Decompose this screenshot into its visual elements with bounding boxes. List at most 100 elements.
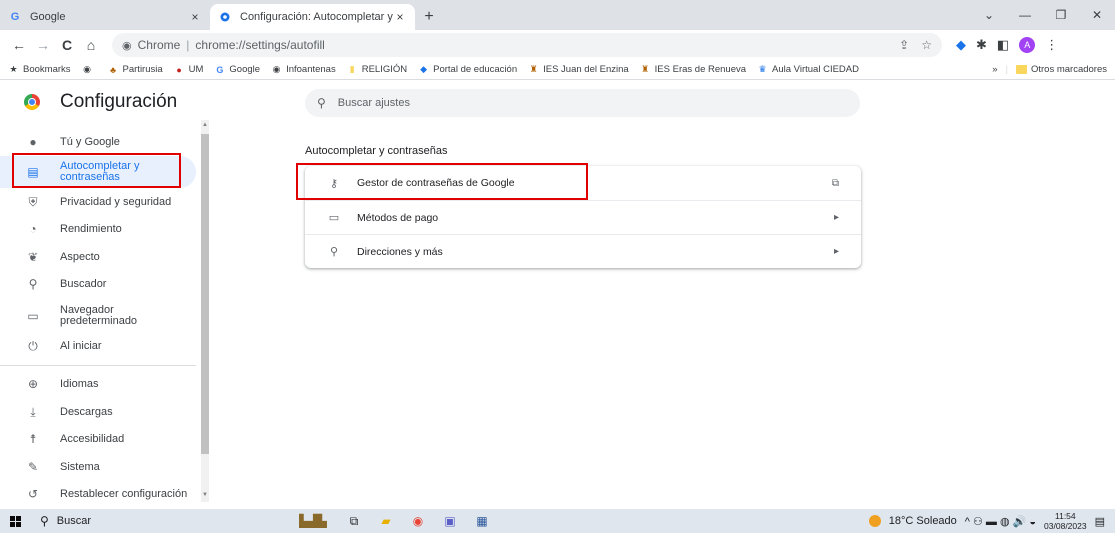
- windows-taskbar: ⚲ Buscar ▙▟▙ ⧉ ▰ ◉ ▣ ▦ 18°C Soleado ^ ⚇ …: [0, 509, 1115, 533]
- bookmarks-divider: |: [1005, 64, 1008, 75]
- site-icon: ◉: [272, 64, 281, 74]
- tab-close-icon[interactable]: ×: [188, 10, 202, 24]
- search-placeholder: Buscar ajustes: [337, 97, 410, 109]
- side-panel-icon[interactable]: ◧: [997, 37, 1009, 53]
- power-icon: ⏻: [28, 338, 38, 353]
- sidebar-item-privacy[interactable]: ⛨ Privacidad y seguridad: [0, 194, 196, 210]
- sidebar-scrollbar[interactable]: ▲ ▼: [199, 120, 209, 502]
- home-icon[interactable]: ⌂: [80, 34, 102, 56]
- bookmark-item[interactable]: ◆ Portal de educación: [418, 64, 517, 75]
- search-icon: ⚲: [317, 96, 326, 110]
- site-icon: ♣: [110, 64, 116, 75]
- bookmark-item[interactable]: ★ Bookmarks: [8, 64, 70, 75]
- share-icon[interactable]: ⇪: [899, 38, 909, 52]
- accessibility-icon: ☨: [29, 432, 37, 446]
- url-text[interactable]: chrome://settings/autofill: [195, 38, 324, 52]
- extension-icon[interactable]: ◆: [956, 37, 966, 53]
- sidebar-item-reset[interactable]: ↺ Restablecer configuración: [0, 486, 196, 502]
- taskbar-search-label: Buscar: [56, 515, 92, 527]
- notification-icon[interactable]: ▤: [1095, 515, 1105, 528]
- teams-icon[interactable]: ▣: [441, 513, 459, 529]
- puzzle-extensions-icon[interactable]: ✱: [976, 37, 987, 53]
- bookmark-item[interactable]: ▮ RELIGIÓN: [347, 64, 407, 75]
- sidebar-item-search-engine[interactable]: ⚲ Buscador: [0, 276, 196, 292]
- restore-icon[interactable]: ❐: [1043, 0, 1079, 30]
- chrome-site-icon: ◉: [122, 39, 132, 52]
- new-tab-button[interactable]: +: [415, 4, 443, 30]
- tab-strip: G Google × Configuración: Autocompletar …: [0, 0, 1115, 30]
- bookmark-item[interactable]: G Google: [214, 64, 260, 75]
- forward-icon[interactable]: →: [32, 34, 54, 56]
- bookmark-item[interactable]: ♣ Partirusia: [108, 64, 163, 75]
- bookmark-item[interactable]: ♜ IES Juan del Enzina: [528, 64, 629, 75]
- sidebar-item-languages[interactable]: ⊕ Idiomas: [0, 376, 196, 392]
- bookmark-item[interactable]: ◉ Infoantenas: [271, 64, 336, 75]
- chrome-logo-icon: [24, 94, 40, 110]
- chevron-right-icon[interactable]: ▸: [834, 246, 839, 257]
- chrome-taskbar-icon[interactable]: ◉: [409, 513, 427, 529]
- gear-icon: [218, 10, 232, 24]
- highlight-sidebar-autofill: [12, 153, 181, 188]
- toolbar: ← → C ⌂ ◉ Chrome | chrome://settings/aut…: [0, 30, 1115, 60]
- extensions-area: ◆ ✱ ◧ A ⋮: [956, 37, 1058, 53]
- chevron-right-icon[interactable]: ▸: [834, 212, 839, 223]
- tray-icons[interactable]: ^ ⚇ ▬ ◍ 🔊 ◒: [965, 515, 1036, 528]
- menu-icon[interactable]: ⋮: [1045, 37, 1058, 53]
- sidebar-item-default-browser[interactable]: ▭ Navegador predeterminado: [0, 304, 196, 328]
- tab-close-icon[interactable]: ×: [393, 10, 407, 24]
- sidebar-item-appearance[interactable]: ❦ Aspecto: [0, 249, 196, 265]
- tab-search-icon[interactable]: ⌄: [971, 0, 1007, 30]
- weather-sun-icon: [868, 515, 881, 527]
- credit-card-icon: ▭: [328, 212, 340, 224]
- file-explorer-icon[interactable]: ▰: [377, 513, 395, 529]
- start-button[interactable]: [0, 509, 30, 533]
- weather-text[interactable]: 18°C Soleado: [889, 515, 957, 527]
- search-icon: ⚲: [40, 514, 49, 528]
- location-pin-icon: ⚲: [329, 246, 339, 258]
- word-icon[interactable]: ▦: [473, 513, 491, 529]
- close-window-icon[interactable]: ✕: [1079, 0, 1115, 30]
- bookmark-item[interactable]: ♛ Aula Virtual CIEDAD: [757, 64, 859, 75]
- other-bookmarks-folder[interactable]: Otros marcadores: [1031, 64, 1107, 75]
- open-external-icon[interactable]: ⧉: [832, 178, 839, 189]
- clock[interactable]: 11:54 03/08/2023: [1044, 511, 1087, 531]
- sidebar-item-you-and-google[interactable]: ● Tú y Google: [0, 134, 196, 150]
- row-addresses[interactable]: ⚲ Direcciones y más ▸: [305, 234, 861, 268]
- windows-logo-icon: [9, 515, 21, 527]
- more-bookmarks-icon[interactable]: »: [992, 64, 997, 75]
- google-favicon-icon: G: [10, 11, 20, 23]
- scrollbar-thumb[interactable]: [201, 134, 209, 454]
- scroll-down-icon[interactable]: ▼: [201, 492, 209, 502]
- tab-settings[interactable]: Configuración: Autocompletar y ×: [210, 4, 415, 30]
- palette-icon: ❦: [27, 250, 39, 264]
- settings-header: Configuración ⚲ Buscar ajustes: [0, 80, 1115, 124]
- row-payment-methods[interactable]: ▭ Métodos de pago ▸: [305, 200, 861, 234]
- settings-search-input[interactable]: ⚲ Buscar ajustes: [305, 89, 860, 117]
- tab-google[interactable]: G Google ×: [0, 4, 210, 30]
- sidebar-item-on-startup[interactable]: ⏻ Al iniciar: [0, 338, 196, 354]
- task-view-icon[interactable]: ⧉: [345, 513, 363, 529]
- bookmark-item[interactable]: ● UM: [174, 64, 203, 75]
- sidebar-item-system[interactable]: ✎ Sistema: [0, 459, 196, 475]
- site-label: Chrome: [137, 38, 181, 52]
- back-icon[interactable]: ←: [8, 34, 30, 56]
- bookmark-item[interactable]: ♜ IES Eras de Renueva: [640, 64, 746, 75]
- bookmarks-bar: ★ Bookmarks ◉ ♣ Partirusia ● UM G Google ◉ In…: [0, 60, 1115, 80]
- reload-icon[interactable]: C: [56, 34, 78, 56]
- taskbar-search[interactable]: ⚲ Buscar: [30, 509, 250, 533]
- date: 03/08/2023: [1044, 521, 1087, 531]
- site-icon: ♛: [758, 64, 767, 74]
- address-bar[interactable]: ◉ Chrome | chrome://settings/autofill ⇪ …: [112, 33, 942, 57]
- sidebar-item-accessibility[interactable]: ☨ Accesibilidad: [0, 431, 196, 447]
- profile-avatar[interactable]: A: [1019, 37, 1036, 53]
- row-label: Métodos de pago: [357, 211, 439, 224]
- site-icon: ♜: [529, 64, 538, 74]
- sidebar-item-downloads[interactable]: ⤓ Descargas: [0, 404, 196, 420]
- bookmark-star-icon[interactable]: ☆: [921, 38, 932, 52]
- sidebar-item-performance[interactable]: ◔ Rendimiento: [0, 221, 196, 237]
- city-widget-icon[interactable]: ▙▟▙: [295, 513, 331, 529]
- section-title: Autocompletar y contraseñas: [305, 145, 448, 157]
- scroll-up-icon[interactable]: ▲: [201, 122, 209, 132]
- bookmark-item[interactable]: ◉: [82, 64, 97, 75]
- minimize-icon[interactable]: —: [1007, 0, 1043, 30]
